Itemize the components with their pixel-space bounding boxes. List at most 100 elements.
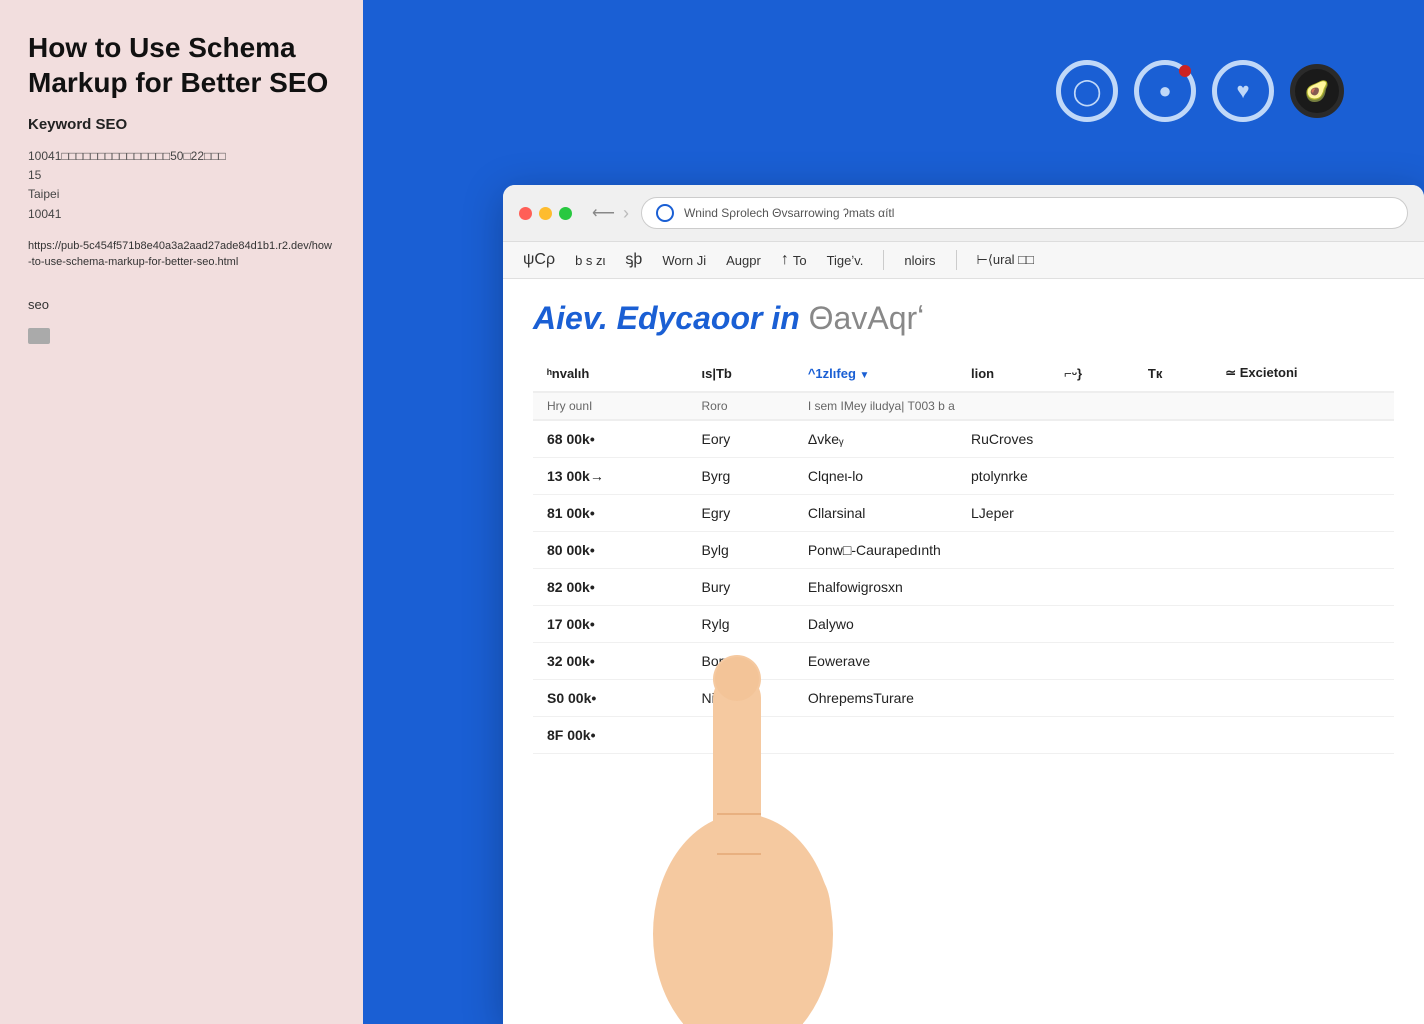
row2-kw2: Clqneι-lo	[794, 458, 957, 495]
table-row: S0 00k• Nillv OhrepemsTurare	[533, 680, 1394, 717]
sidebar: How to Use Schema Markup for Better SEO …	[0, 0, 363, 1024]
traffic-light-red[interactable]	[519, 207, 532, 220]
toolbar-label-arrow: ↑	[781, 251, 789, 269]
toolbar-label-ural: ⊢⟨ural □□	[977, 252, 1034, 268]
table-row: 80 00k• Bylg Ponw□-Caurapedınth	[533, 532, 1394, 569]
row7-kw2: Eowerave	[794, 643, 1394, 680]
toolbar-item-nloirs[interactable]: nloirs	[904, 253, 935, 268]
table-row: 81 00k• Egry Cllarsinal LJeper	[533, 495, 1394, 532]
toolbar-label-to: To	[793, 253, 807, 268]
top-decoration-icons: ◯ ● ♥ 🥑	[1056, 60, 1344, 122]
address-text: Wnind Sρrolech Θvsarrowing ʔmats αítl	[684, 206, 1393, 220]
toolbar-item-1[interactable]: ψϹρ	[523, 251, 555, 269]
icon-circle-3: ♥	[1212, 60, 1274, 122]
subheader-col1: Hry ounΙ	[533, 392, 688, 420]
traffic-light-yellow[interactable]	[539, 207, 552, 220]
title-part3-text: ΘavAqrʻ	[809, 300, 925, 336]
keyword-label: Keyword SEO	[28, 116, 335, 133]
th-excietonj: ≃ Excietoni	[1211, 355, 1394, 392]
title-part2-text: in	[771, 300, 799, 336]
toolbar-item-augpr[interactable]: Augpr	[726, 253, 761, 268]
row6-kw2: Dalywo	[794, 606, 1394, 643]
row5-vol: 82 00k•	[533, 569, 688, 606]
browser-window: ⟵ › Wnind Sρrolech Θvsarrowing ʔmats αít…	[503, 185, 1424, 1024]
row2-kw1: Byrg	[688, 458, 794, 495]
avocado-icon: 🥑	[1305, 79, 1330, 104]
address-security-icon	[656, 204, 674, 222]
row4-vol: 80 00k•	[533, 532, 688, 569]
row6-kw1: Rylg	[688, 606, 794, 643]
nav-buttons: ⟵ ›	[592, 203, 629, 224]
toolbar-item-3[interactable]: ᶊϸ	[625, 251, 642, 269]
row5-kw1: Bury	[688, 569, 794, 606]
table-body: 68 00k• Eory Δvkeᵧ RuCroves 13 00k→ Byrg…	[533, 420, 1394, 754]
row7-vol: 32 00k•	[533, 643, 688, 680]
toolbar-item-worn-ji[interactable]: Worn Ji	[662, 253, 706, 268]
th-tk: Tк	[1134, 355, 1211, 392]
content-title: Aiev. Edycaoor in ΘavAqrʻ	[533, 299, 1394, 337]
circle-filled-icon: ●	[1158, 78, 1171, 104]
row3-kw3: LJeper	[957, 495, 1394, 532]
row1-kw2: Δvkeᵧ	[794, 420, 957, 458]
sidebar-icon	[28, 328, 50, 344]
nav-back-button[interactable]: ⟵	[592, 203, 615, 223]
table-row: 17 00k• Rylg Dalywo	[533, 606, 1394, 643]
table-row: 82 00k• Bury Ehalfowigrosxn	[533, 569, 1394, 606]
row1-vol: 68 00k•	[533, 420, 688, 458]
toolbar-label-tiger: Tigeʼv.	[827, 253, 864, 268]
row2-vol: 13 00k→	[533, 458, 688, 495]
toolbar-item-ural[interactable]: ⊢⟨ural □□	[977, 252, 1034, 268]
row3-vol: 81 00k•	[533, 495, 688, 532]
meta-location: Taipei	[28, 187, 59, 201]
row9-vol: 8F 00k•	[533, 717, 688, 754]
toolbar-label-3: ᶊϸ	[625, 251, 642, 269]
toolbar-separator-1	[883, 250, 884, 270]
toolbar-item-to[interactable]: ↑ To	[781, 251, 807, 269]
row3-kw2: Cllarsinal	[794, 495, 957, 532]
toolbar-item-tiger[interactable]: Tigeʼv.	[827, 253, 864, 268]
row1-kw1: Eory	[688, 420, 794, 458]
main-area: ◯ ● ♥ 🥑 ⟵ › Wnind Sρrol	[363, 0, 1424, 1024]
address-bar[interactable]: Wnind Sρrolech Θvsarrowing ʔmats αítl	[641, 197, 1408, 229]
traffic-light-green[interactable]	[559, 207, 572, 220]
row6-vol: 17 00k•	[533, 606, 688, 643]
heart-icon: ♥	[1236, 78, 1249, 104]
traffic-lights	[519, 207, 572, 220]
meta-line2: 15	[28, 168, 41, 182]
subheader-col3: I sem IMey iludya| T003 b a	[794, 392, 1394, 420]
red-dot	[1179, 65, 1191, 77]
icon-circle-2: ●	[1134, 60, 1196, 122]
table-header-row: ʰnvalιh ιs|Tb ^1zlιfeg ▼ lion ⌐ᵕ} Tк ≃ E…	[533, 355, 1394, 392]
toolbar-label-worn-ji: Worn Ji	[662, 253, 706, 268]
row4-kw2: Ponw□-Caurapedınth	[794, 532, 1394, 569]
th-col2: ιs|Tb	[688, 355, 794, 392]
th-keyword: ʰnvalιh	[533, 355, 688, 392]
toolbar-label-2: b s zι	[575, 253, 605, 268]
row3-kw1: Egry	[688, 495, 794, 532]
th-volume[interactable]: ^1zlιfeg ▼	[794, 355, 957, 392]
row8-kw1: Nillv	[688, 680, 794, 717]
row9-kw1	[688, 717, 794, 754]
table-subheader-row: Hry ounΙ Roro I sem IMey iludya| T003 b …	[533, 392, 1394, 420]
table-row: 32 00k• Bory Eowerave	[533, 643, 1394, 680]
meta-id: 10041	[28, 207, 61, 221]
row5-kw2: Ehalfowigrosxn	[794, 569, 1394, 606]
browser-toolbar: ψϹρ b s zι ᶊϸ Worn Ji Augpr ↑ To Tigeʼv.	[503, 242, 1424, 279]
th-icon: ⌐ᵕ}	[1050, 355, 1134, 392]
row7-kw1: Bory	[688, 643, 794, 680]
table-row: 13 00k→ Byrg Clqneι-lo ptolynrke	[533, 458, 1394, 495]
title-part1: Aiev. Edycaoor	[533, 300, 762, 336]
toolbar-item-2[interactable]: b s zι	[575, 253, 605, 268]
browser-content: Aiev. Edycaoor in ΘavAqrʻ ʰnvalιh ιs|Tb …	[503, 279, 1424, 1024]
row9-kw2	[794, 717, 1394, 754]
row8-vol: S0 00k•	[533, 680, 688, 717]
toolbar-label-augpr: Augpr	[726, 253, 761, 268]
table-row: 8F 00k•	[533, 717, 1394, 754]
article-url[interactable]: https://pub-5c454f571b8e40a3a2aad27ade84…	[28, 238, 335, 271]
row1-kw3: RuCroves	[957, 420, 1394, 458]
toolbar-separator-2	[956, 250, 957, 270]
nav-forward-button[interactable]: ›	[623, 203, 629, 224]
row4-kw1: Bylg	[688, 532, 794, 569]
toolbar-label-nloirs: nloirs	[904, 253, 935, 268]
sidebar-meta: 10041□□□□□□□□□□□□□□□50□22□□□ 15 Taipei 1…	[28, 147, 335, 224]
